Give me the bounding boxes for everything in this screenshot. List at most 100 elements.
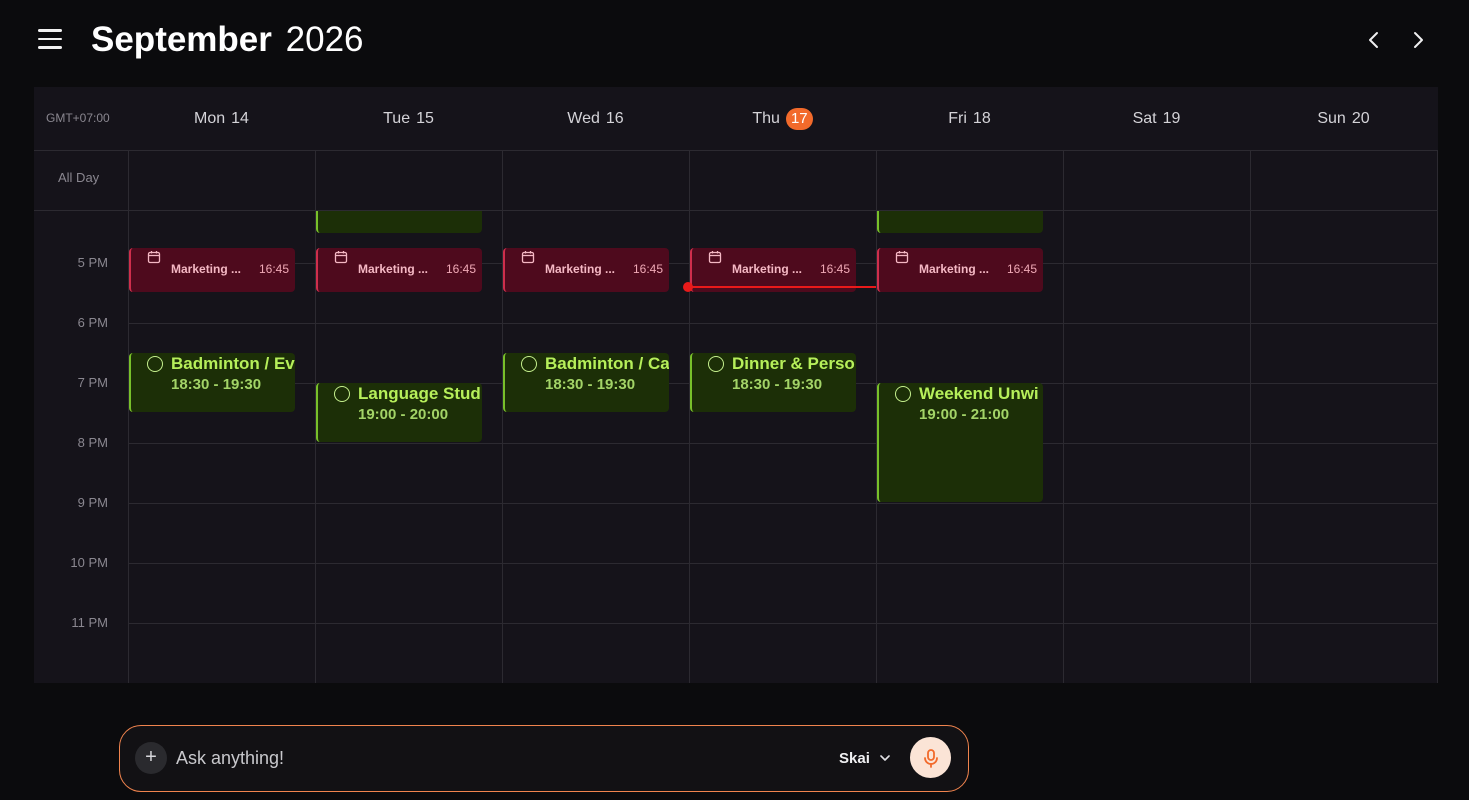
calendar-icon <box>521 251 535 264</box>
task-checkbox[interactable] <box>147 356 163 372</box>
day-header-wed[interactable]: Wed 16 <box>502 87 689 151</box>
task-event[interactable]: Language Stud 19:00 - 20:00 <box>316 383 482 442</box>
day-header-sat[interactable]: Sat 19 <box>1063 87 1250 151</box>
ask-bar: + Skai <box>119 725 969 792</box>
day-name: Wed <box>567 110 600 127</box>
day-name: Thu <box>752 110 780 127</box>
task-event[interactable]: Weekend Unwi 19:00 - 21:00 <box>877 383 1043 502</box>
event-title: Marketing ... <box>171 262 242 276</box>
hour-label: 8 PM <box>77 435 108 450</box>
day-header-sun[interactable]: Sun 20 <box>1250 87 1437 151</box>
event-continuation[interactable] <box>316 211 482 233</box>
day-header-mon[interactable]: Mon 14 <box>128 87 315 151</box>
event-time: 16:45 <box>445 262 476 276</box>
task-checkbox[interactable] <box>334 386 350 402</box>
day-header-thu[interactable]: Thu 17 <box>689 87 876 151</box>
meeting-event[interactable]: Marketing ... 16:45 <box>129 248 295 292</box>
app-header: September 2026 <box>0 0 1469 84</box>
calendar-icon <box>334 251 348 264</box>
day-name: Mon <box>194 110 226 127</box>
week-calendar: GMT+07:00 All Day Mon 14 Tue 15 Wed 16 Thu 17 Fr… <box>34 87 1438 683</box>
task-checkbox[interactable] <box>521 356 537 372</box>
event-time: 16:45 <box>819 262 850 276</box>
day-name: Tue <box>383 110 411 127</box>
hour-line <box>128 623 1438 624</box>
column-divider <box>1250 151 1251 683</box>
chevron-right-icon[interactable] <box>1406 28 1430 52</box>
day-number: 14 <box>231 110 249 127</box>
chevron-down-icon <box>880 755 890 761</box>
model-label: Skai <box>839 749 870 767</box>
month-label: September <box>91 20 272 59</box>
hour-label: 7 PM <box>77 375 108 390</box>
event-time: 16:45 <box>1006 262 1037 276</box>
task-title: Language Stud <box>358 384 481 403</box>
meeting-event[interactable]: Marketing ... 16:45 <box>877 248 1043 292</box>
task-checkbox[interactable] <box>895 386 911 402</box>
day-number: 18 <box>972 110 991 127</box>
year-label: 2026 <box>285 20 364 59</box>
day-number: 19 <box>1162 110 1181 127</box>
today-badge: 17 <box>785 108 813 130</box>
hour-label: 9 PM <box>77 495 108 510</box>
hour-line <box>128 503 1438 504</box>
hour-label: 10 PM <box>70 555 108 570</box>
day-header-tue[interactable]: Tue 15 <box>315 87 502 151</box>
model-select[interactable]: Skai <box>839 746 892 770</box>
current-time-line <box>687 286 876 288</box>
task-title: Badminton / Ev <box>171 354 295 373</box>
chevron-left-icon[interactable] <box>1362 28 1386 52</box>
task-checkbox[interactable] <box>708 356 724 372</box>
event-title: Marketing ... <box>545 262 616 276</box>
task-title: Badminton / Ca <box>545 354 669 373</box>
meeting-event[interactable]: Marketing ... 16:45 <box>503 248 669 292</box>
task-event[interactable]: Badminton / Ev 18:30 - 19:30 <box>129 353 295 412</box>
event-title: Marketing ... <box>919 262 990 276</box>
day-header-fri[interactable]: Fri 18 <box>876 87 1063 151</box>
page-title: September 2026 <box>91 20 364 60</box>
hour-label: 11 PM <box>71 615 108 630</box>
all-day-label: All Day <box>58 170 100 185</box>
mic-button[interactable] <box>910 737 951 778</box>
day-name: Sun <box>1317 110 1346 127</box>
add-attachment-button[interactable]: + <box>135 742 167 774</box>
event-time: 16:45 <box>632 262 663 276</box>
task-time: 19:00 - 20:00 <box>358 406 449 423</box>
event-time: 16:45 <box>258 262 289 276</box>
day-number: 16 <box>605 110 624 127</box>
meeting-event[interactable]: Marketing ... 16:45 <box>316 248 482 292</box>
calendar-icon <box>147 251 161 264</box>
day-name: Sat <box>1132 110 1157 127</box>
event-title: Marketing ... <box>732 262 803 276</box>
event-continuation[interactable] <box>877 211 1043 233</box>
day-number: 20 <box>1351 110 1370 127</box>
event-title: Marketing ... <box>358 262 429 276</box>
hour-label: 5 PM <box>77 255 108 270</box>
task-time: 18:30 - 19:30 <box>545 376 636 393</box>
column-divider <box>128 151 129 683</box>
task-title: Weekend Unwi <box>919 384 1039 403</box>
calendar-icon <box>895 251 909 264</box>
hour-line <box>128 443 1438 444</box>
day-name: Fri <box>948 110 967 127</box>
task-time: 18:30 - 19:30 <box>732 376 823 393</box>
menu-icon[interactable] <box>38 28 62 50</box>
calendar-icon <box>708 251 722 264</box>
column-divider <box>689 151 690 683</box>
current-time-dot <box>683 282 693 292</box>
column-divider <box>502 151 503 683</box>
task-title: Dinner & Perso <box>732 354 855 373</box>
timezone-label: GMT+07:00 <box>46 111 110 125</box>
day-number: 15 <box>416 110 434 127</box>
task-time: 19:00 - 21:00 <box>919 406 1010 423</box>
hour-line <box>128 563 1438 564</box>
microphone-icon <box>923 748 938 768</box>
task-time: 18:30 - 19:30 <box>171 376 262 393</box>
hour-line <box>128 323 1438 324</box>
ask-input[interactable] <box>176 746 776 770</box>
column-divider <box>1437 151 1438 683</box>
task-event[interactable]: Badminton / Ca 18:30 - 19:30 <box>503 353 669 412</box>
task-event[interactable]: Dinner & Perso 18:30 - 19:30 <box>690 353 856 412</box>
hour-label: 6 PM <box>77 315 108 330</box>
column-divider <box>1063 151 1064 683</box>
